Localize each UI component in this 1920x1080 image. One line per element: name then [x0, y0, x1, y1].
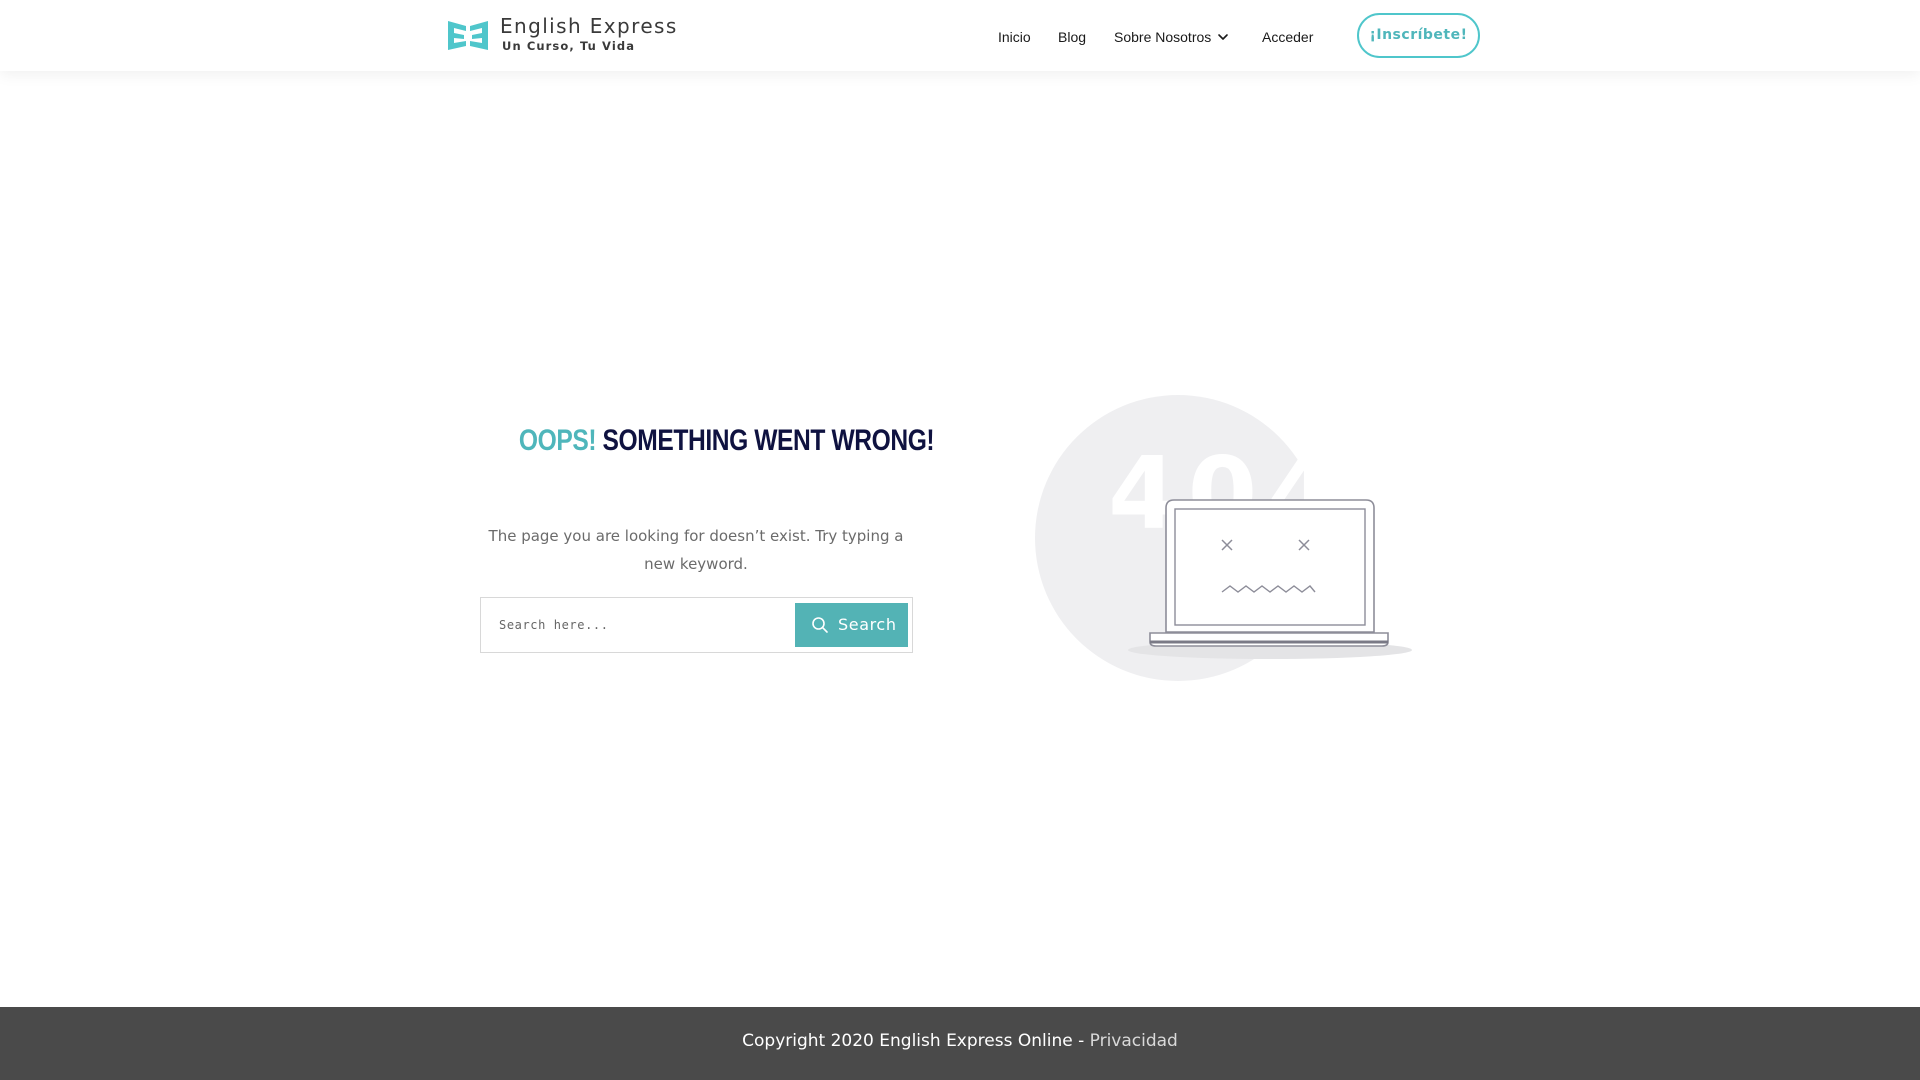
search-input[interactable] [482, 599, 794, 651]
search-button[interactable]: Search [795, 603, 908, 647]
nav-item-blog[interactable]: Blog [1058, 27, 1086, 47]
error-title-rest: Something went wrong! [602, 424, 935, 457]
error-description: The page you are looking for doesn’t exi… [488, 527, 904, 573]
site-footer: Copyright 2020 English Express Online - … [0, 1007, 1920, 1080]
nav-item-inicio[interactable]: Inicio [998, 27, 1031, 47]
search-button-label: Search [838, 615, 897, 634]
site-header: English Express Un Curso, Tu Vida Inicio… [0, 0, 1920, 71]
footer-copyright: Copyright 2020 English Express Online - [742, 1031, 1090, 1051]
nav-item-sobre-nosotros[interactable]: Sobre Nosotros [1114, 27, 1229, 47]
search-form: Search [480, 597, 913, 653]
signup-button[interactable]: ¡Inscríbete! [1357, 13, 1480, 58]
search-icon [812, 617, 828, 633]
404-illustration: 404 [1035, 395, 1412, 681]
error-title: Oops! Something went wrong! [518, 424, 935, 458]
error-title-accent: Oops! [518, 424, 597, 457]
nav-item-acceder[interactable]: Acceder [1262, 27, 1313, 47]
privacy-link[interactable]: Privacidad [1090, 1031, 1178, 1051]
footer-text: Copyright 2020 English Express Online - … [0, 1031, 1920, 1051]
chevron-down-icon [1218, 34, 1229, 40]
main-nav: Inicio Blog Sobre Nosotros Acceder [0, 0, 1920, 71]
nav-item-sobre-nosotros-label: Sobre Nosotros [1114, 29, 1212, 45]
